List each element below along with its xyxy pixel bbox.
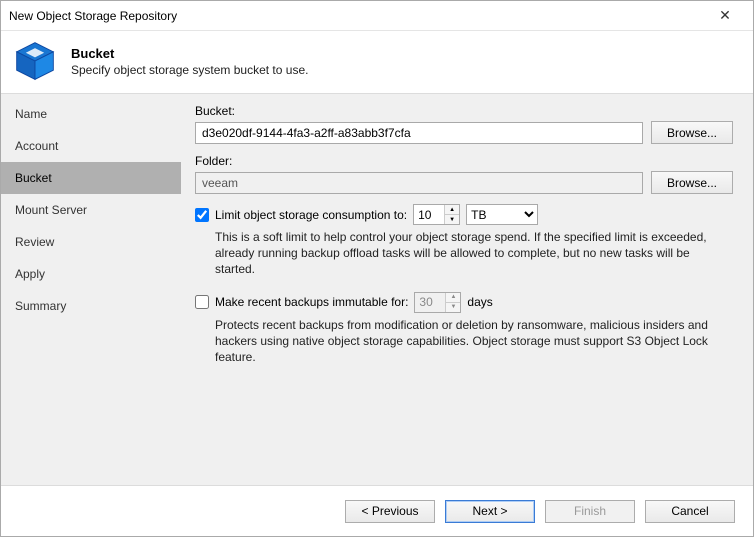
limit-spin[interactable]: ▲ ▼ xyxy=(413,204,460,225)
page-title: Bucket xyxy=(71,46,308,61)
wizard-header-text: Bucket Specify object storage system buc… xyxy=(71,46,308,77)
cancel-button[interactable]: Cancel xyxy=(645,500,735,523)
immutable-value-input xyxy=(415,293,445,312)
limit-down-icon[interactable]: ▼ xyxy=(445,215,459,224)
immutable-label: Make recent backups immutable for: xyxy=(215,295,408,309)
bucket-input[interactable] xyxy=(195,122,643,144)
limit-checkbox[interactable] xyxy=(195,208,209,222)
finish-button: Finish xyxy=(545,500,635,523)
sidebar-item-mount-server[interactable]: Mount Server xyxy=(1,194,181,226)
folder-browse-button[interactable]: Browse... xyxy=(651,171,733,194)
wizard-footer: < Previous Next > Finish Cancel xyxy=(1,486,753,536)
bucket-browse-button[interactable]: Browse... xyxy=(651,121,733,144)
wizard-header: Bucket Specify object storage system buc… xyxy=(1,31,753,93)
sidebar-item-bucket[interactable]: Bucket xyxy=(1,162,181,194)
wizard-steps-sidebar: Name Account Bucket Mount Server Review … xyxy=(1,94,181,485)
sidebar-item-name[interactable]: Name xyxy=(1,98,181,130)
sidebar-item-summary[interactable]: Summary xyxy=(1,290,181,322)
immutable-checkbox[interactable] xyxy=(195,295,209,309)
limit-unit-select[interactable]: TB xyxy=(466,204,538,225)
bucket-label: Bucket: xyxy=(195,104,733,118)
immutable-up-icon: ▲ xyxy=(446,293,460,303)
sidebar-item-account[interactable]: Account xyxy=(1,130,181,162)
window-title: New Object Storage Repository xyxy=(9,9,705,23)
previous-button[interactable]: < Previous xyxy=(345,500,435,523)
sidebar-item-apply[interactable]: Apply xyxy=(1,258,181,290)
folder-input[interactable] xyxy=(195,172,643,194)
titlebar: New Object Storage Repository ✕ xyxy=(1,1,753,31)
sidebar-item-review[interactable]: Review xyxy=(1,226,181,258)
limit-label: Limit object storage consumption to: xyxy=(215,208,407,222)
immutable-unit-label: days xyxy=(467,295,492,309)
folder-label: Folder: xyxy=(195,154,733,168)
close-icon[interactable]: ✕ xyxy=(705,2,745,30)
limit-description: This is a soft limit to help control you… xyxy=(215,229,733,278)
immutable-down-icon: ▼ xyxy=(446,303,460,312)
limit-value-input[interactable] xyxy=(414,205,444,224)
limit-up-icon[interactable]: ▲ xyxy=(445,205,459,215)
next-button[interactable]: Next > xyxy=(445,500,535,523)
storage-cube-icon xyxy=(13,39,57,83)
wizard-window: New Object Storage Repository ✕ Bucket S… xyxy=(0,0,754,537)
immutable-spin: ▲ ▼ xyxy=(414,292,461,313)
page-subtitle: Specify object storage system bucket to … xyxy=(71,63,308,77)
wizard-content: Bucket: Browse... Folder: Browse... Limi… xyxy=(181,94,753,485)
immutable-description: Protects recent backups from modificatio… xyxy=(215,317,733,366)
